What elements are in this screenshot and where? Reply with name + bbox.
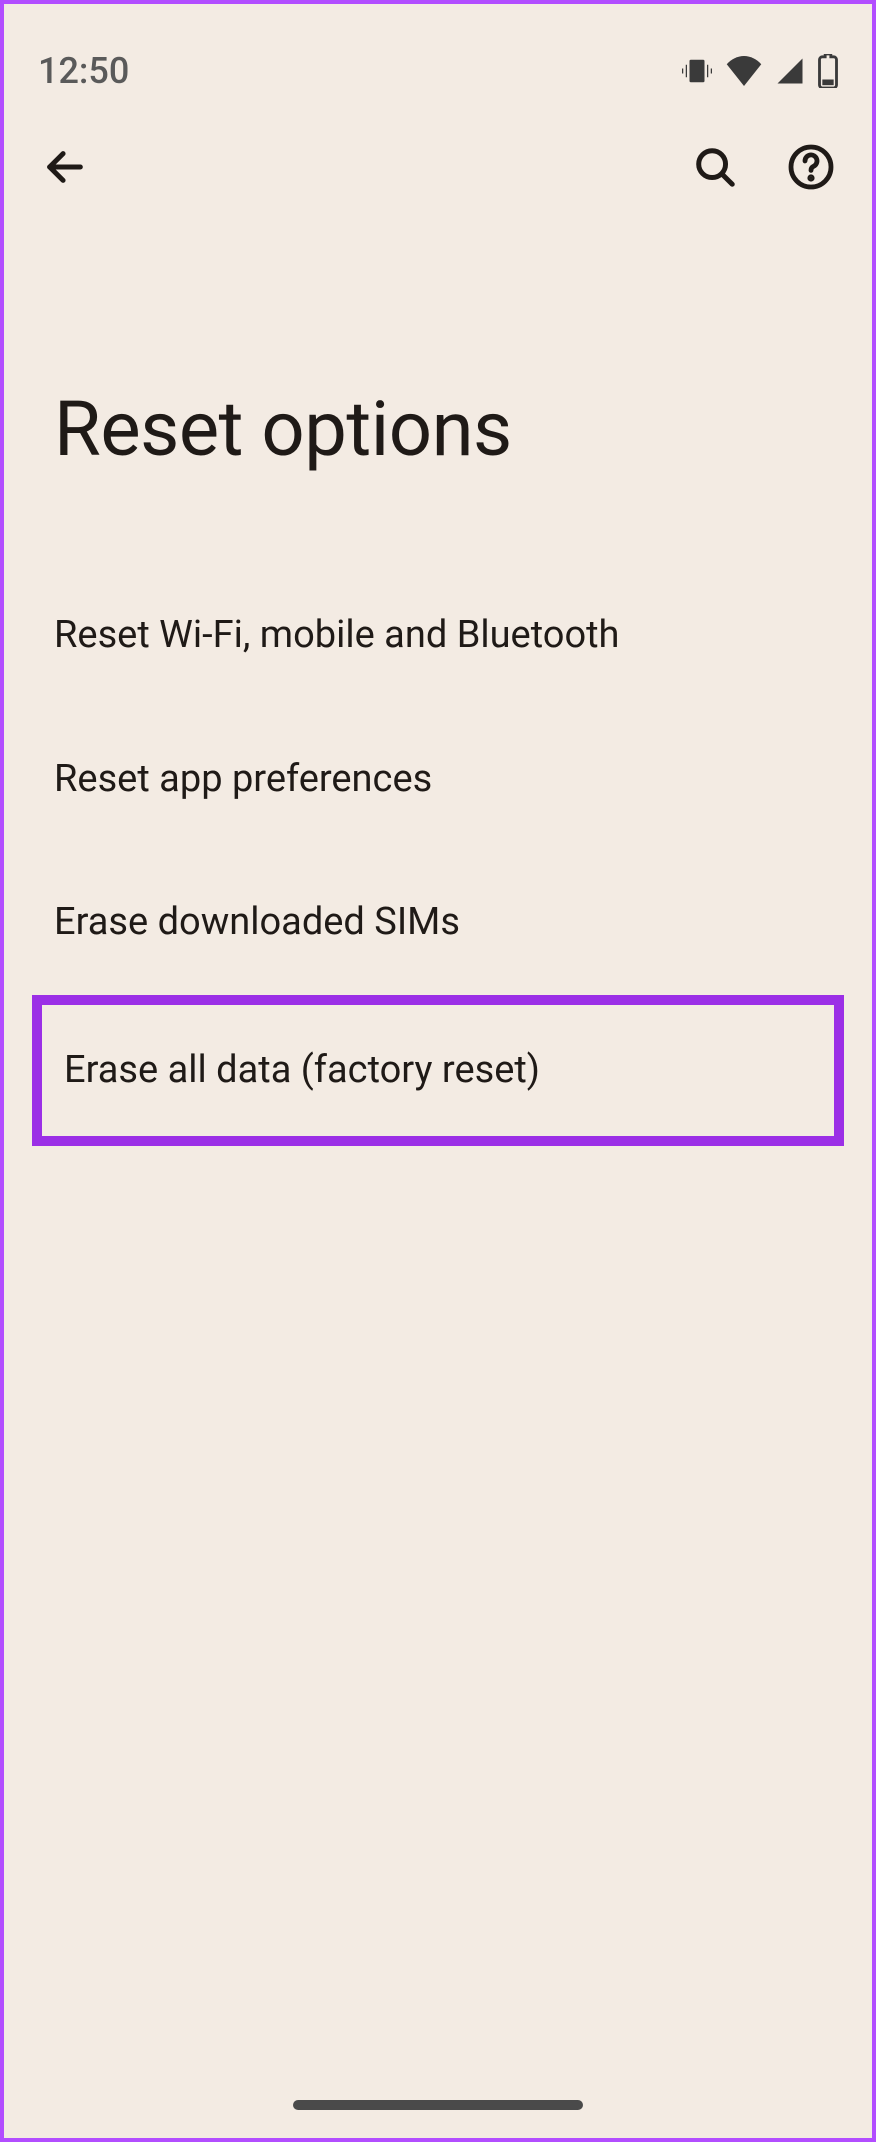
- option-reset-network[interactable]: Reset Wi-Fi, mobile and Bluetooth: [4, 564, 872, 708]
- screen-frame: 12:50: [0, 0, 876, 2142]
- help-icon: [787, 143, 835, 195]
- vibrate-icon: [680, 56, 714, 86]
- option-erase-sims[interactable]: Erase downloaded SIMs: [4, 851, 872, 995]
- gesture-nav-handle[interactable]: [293, 2100, 583, 2110]
- battery-icon: [818, 54, 838, 88]
- page-title: Reset options: [4, 224, 872, 564]
- help-button[interactable]: [780, 138, 842, 200]
- status-time: 12:50: [38, 50, 129, 92]
- search-button[interactable]: [684, 138, 746, 200]
- status-bar: 12:50: [4, 4, 872, 114]
- option-factory-reset[interactable]: Erase all data (factory reset): [42, 1005, 834, 1137]
- option-reset-app-preferences[interactable]: Reset app preferences: [4, 708, 872, 852]
- search-icon: [692, 144, 738, 194]
- highlight-annotation: Erase all data (factory reset): [32, 995, 844, 1147]
- cellular-signal-icon: [774, 56, 806, 86]
- back-arrow-icon: [42, 144, 88, 194]
- reset-options-list: Reset Wi-Fi, mobile and Bluetooth Reset …: [4, 564, 872, 1146]
- app-bar: [4, 114, 872, 224]
- status-icons: [680, 54, 838, 88]
- back-button[interactable]: [34, 138, 96, 200]
- wifi-icon: [726, 56, 762, 86]
